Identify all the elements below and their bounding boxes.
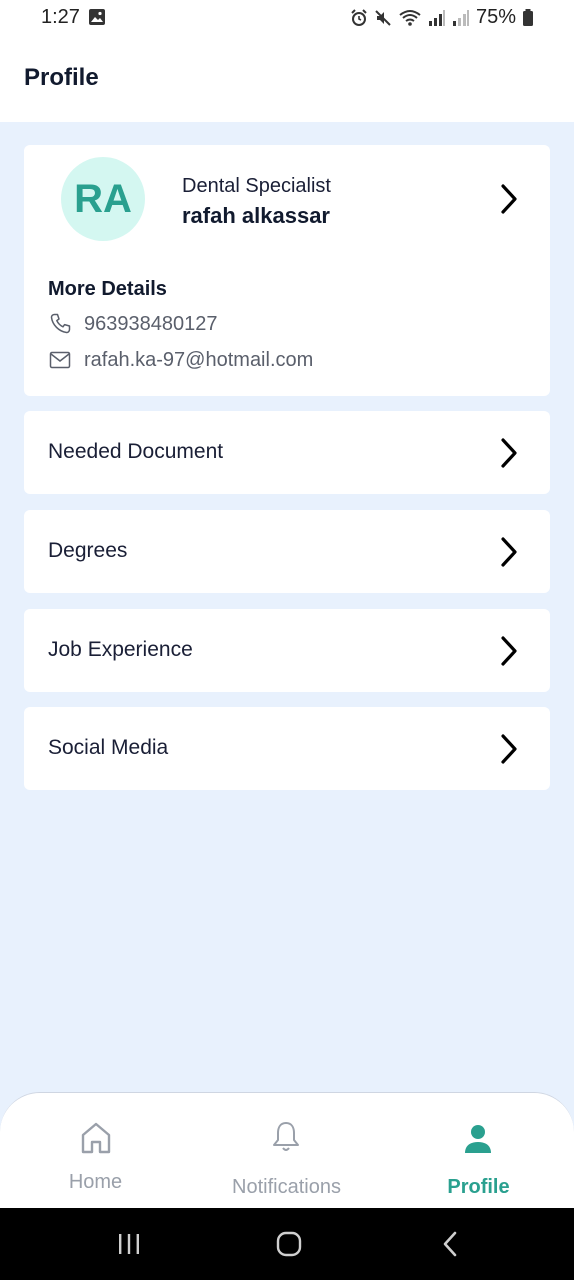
- bottom-nav: Home Notifications Profile: [0, 1092, 574, 1211]
- menu-item-label: Needed Document: [48, 440, 224, 463]
- menu-item-label: Social Media: [48, 736, 169, 759]
- home-icon: [81, 1122, 111, 1154]
- bell-icon: [273, 1122, 299, 1151]
- menu-item-social-media[interactable]: Social Media: [24, 707, 550, 790]
- system-nav-bar: [0, 1208, 574, 1280]
- profile-card[interactable]: RA Dental Specialist rafah alkassar More…: [24, 145, 550, 396]
- profile-role: Dental Specialist: [182, 175, 331, 197]
- more-details-heading: More Details: [48, 278, 167, 300]
- mute-icon: [375, 9, 391, 26]
- page-title: Profile: [24, 64, 99, 91]
- alarm-icon: [351, 8, 367, 26]
- app-header: Profile: [0, 36, 574, 122]
- status-bar: 1:27 75%: [0, 0, 574, 36]
- image-icon: [89, 9, 105, 25]
- chevron-right-icon: [501, 537, 517, 567]
- person-icon: [465, 1125, 491, 1153]
- battery-percent: 75%: [475, 6, 516, 28]
- avatar: RA: [61, 157, 145, 241]
- nav-notifications[interactable]: Notifications: [191, 1093, 382, 1211]
- back-icon[interactable]: [440, 1230, 460, 1258]
- phone-row: 963938480127: [48, 312, 217, 336]
- mail-icon: [49, 351, 71, 369]
- status-time: 1:27: [41, 6, 80, 28]
- email-address: rafah.ka-97@hotmail.com: [84, 348, 314, 371]
- home-button-icon[interactable]: [276, 1231, 302, 1257]
- nav-profile[interactable]: Profile: [383, 1093, 574, 1211]
- recent-apps-icon[interactable]: [117, 1233, 141, 1255]
- profile-name: rafah alkassar: [182, 203, 330, 228]
- phone-number: 963938480127: [84, 312, 218, 335]
- email-row: rafah.ka-97@hotmail.com: [48, 348, 313, 372]
- chevron-right-icon: [501, 734, 517, 764]
- signal-icon: [428, 9, 445, 26]
- nav-notifications-label: Notifications: [232, 1176, 341, 1198]
- chevron-right-icon[interactable]: [498, 182, 520, 216]
- phone-icon: [50, 313, 71, 334]
- menu-item-degrees[interactable]: Degrees: [24, 510, 550, 593]
- signal-icon: [452, 9, 469, 26]
- status-icons: 75%: [350, 6, 534, 29]
- nav-home[interactable]: Home: [0, 1093, 191, 1211]
- menu-item-needed-document[interactable]: Needed Document: [24, 411, 550, 494]
- battery-icon: [523, 8, 533, 26]
- nav-profile-label: Profile: [447, 1176, 510, 1198]
- chevron-right-icon: [501, 438, 517, 468]
- menu-item-label: Degrees: [48, 539, 128, 562]
- wifi-icon: [399, 9, 421, 26]
- chevron-right-icon: [501, 636, 517, 666]
- menu-item-job-experience[interactable]: Job Experience: [24, 609, 550, 692]
- menu-item-label: Job Experience: [48, 638, 193, 661]
- nav-home-label: Home: [68, 1171, 123, 1193]
